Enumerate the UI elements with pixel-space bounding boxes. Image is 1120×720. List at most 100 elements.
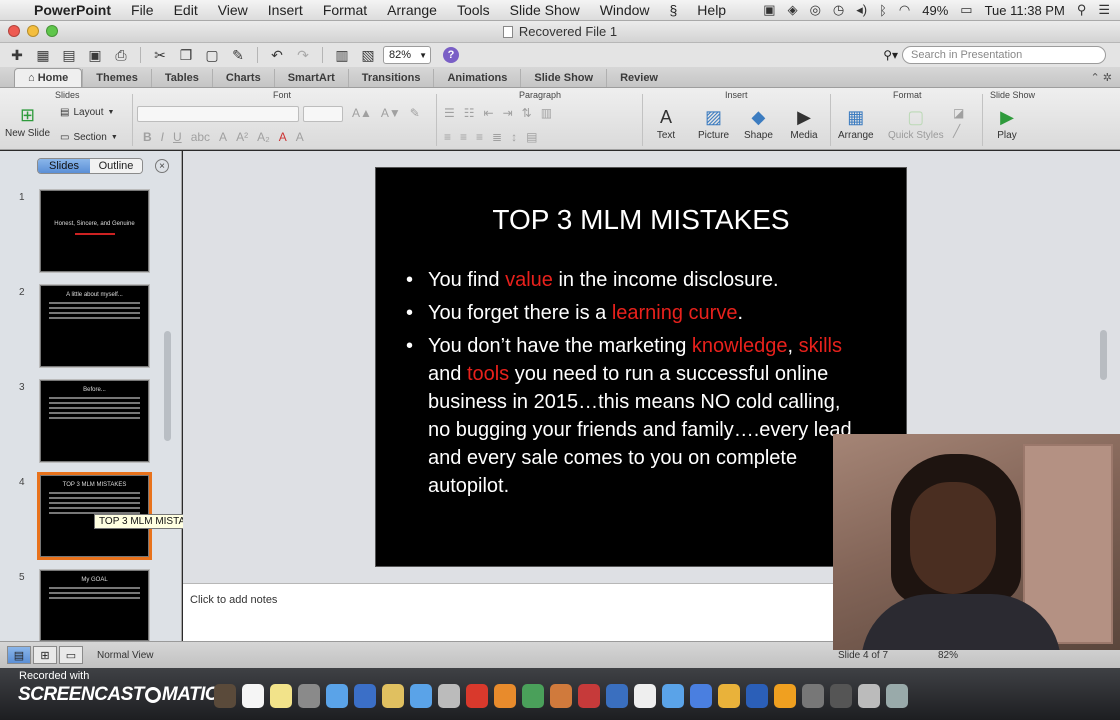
subscript-icon[interactable]: A₂ <box>257 130 270 144</box>
excel-icon[interactable] <box>522 684 544 708</box>
powerpoint-icon[interactable] <box>466 684 488 708</box>
columns-icon[interactable]: ▥ <box>541 106 552 120</box>
grow-font-icon[interactable]: A▲ <box>352 106 372 120</box>
text-direction-icon[interactable]: ⇅ <box>522 106 532 120</box>
copy-icon[interactable]: ❐ <box>175 45 197 65</box>
slide-thumbnail-5[interactable]: My GOAL <box>40 570 149 641</box>
tab-review[interactable]: Review <box>606 69 671 87</box>
wifi-icon[interactable]: ◠ <box>899 2 910 18</box>
menu-arrange[interactable]: Arrange <box>377 2 447 18</box>
shrink-font-icon[interactable]: A▼ <box>381 106 401 120</box>
slide-thumbnail-3[interactable]: Before... <box>40 380 149 462</box>
normal-view-icon[interactable]: ▤ <box>7 646 31 664</box>
pane-scrollbar[interactable] <box>164 331 171 441</box>
line-color-icon[interactable]: ╱ <box>953 124 964 138</box>
align-right-icon[interactable]: ≡ <box>476 130 483 144</box>
canvas-scrollbar[interactable] <box>1100 330 1107 380</box>
search-icon[interactable]: ⚲▾ <box>883 48 898 62</box>
media-button[interactable]: ▶ Media <box>790 104 818 142</box>
section-button[interactable]: ▭ Section ▼ <box>60 132 118 143</box>
toolbox-icon[interactable]: ▥ <box>331 45 353 65</box>
messages-icon[interactable] <box>326 684 348 708</box>
layout-button[interactable]: ▤ Layout ▼ <box>60 107 114 118</box>
shadow-icon[interactable]: abc <box>191 130 210 144</box>
picture-button[interactable]: ▨ Picture <box>698 104 729 142</box>
tab-animations[interactable]: Animations <box>433 69 520 87</box>
slide-title[interactable]: TOP 3 MLM MISTAKES <box>376 204 906 236</box>
decrease-indent-icon[interactable]: ⇤ <box>484 106 494 120</box>
battery-percent[interactable]: 49% <box>922 3 948 18</box>
tab-outline[interactable]: Outline <box>90 159 142 173</box>
keynote-icon[interactable] <box>354 684 376 708</box>
quick-styles-button[interactable]: ▢ Quick Styles <box>888 104 944 142</box>
clear-format-icon[interactable]: ✎ <box>410 106 420 120</box>
menu-view[interactable]: View <box>208 2 258 18</box>
numbering-icon[interactable]: ☷ <box>464 106 475 120</box>
app-store-icon[interactable] <box>410 684 432 708</box>
textedit-icon[interactable] <box>634 684 656 708</box>
notes-pane[interactable]: Click to add notes <box>183 583 833 641</box>
new-icon[interactable]: ✚ <box>6 45 28 65</box>
slide-bullets[interactable]: You find value in the income disclosure.… <box>402 266 852 505</box>
menu-format[interactable]: Format <box>313 2 377 18</box>
close-pane-icon[interactable]: × <box>155 159 169 173</box>
menu-window[interactable]: Window <box>590 2 660 18</box>
notes-icon[interactable] <box>270 684 292 708</box>
open-icon[interactable]: ▤ <box>58 45 80 65</box>
menu-help[interactable]: Help <box>687 2 736 18</box>
text-button[interactable]: A Text <box>652 104 680 142</box>
close-window-button[interactable] <box>8 25 20 37</box>
screenshot-icon[interactable] <box>802 684 824 708</box>
tab-themes[interactable]: Themes <box>82 69 151 87</box>
tab-transitions[interactable]: Transitions <box>347 69 434 87</box>
play-button[interactable]: ▶ Play <box>993 104 1021 142</box>
superscript-icon[interactable]: A² <box>236 130 248 144</box>
redo-icon[interactable]: ↷ <box>292 45 314 65</box>
calendar-icon[interactable] <box>242 684 264 708</box>
screencast-icon[interactable] <box>830 684 852 708</box>
sync-icon[interactable]: ◎ <box>810 2 821 18</box>
spotlight-icon[interactable]: ⚲ <box>1077 2 1087 18</box>
itunes-icon[interactable] <box>690 684 712 708</box>
shape-button[interactable]: ◆ Shape <box>744 104 773 142</box>
font-color-icon[interactable]: A <box>279 130 287 144</box>
slide-thumbnail-2[interactable]: A little about myself... <box>40 285 149 367</box>
increase-indent-icon[interactable]: ⇥ <box>503 106 513 120</box>
dock-app-icon[interactable] <box>214 684 236 708</box>
paste-icon[interactable]: ▢ <box>201 45 223 65</box>
cut-icon[interactable]: ✂ <box>149 45 171 65</box>
script-menu-icon[interactable]: § <box>660 2 688 18</box>
tab-slides[interactable]: Slides <box>38 159 90 173</box>
bullets-icon[interactable]: ☰ <box>444 106 455 120</box>
font-size-field[interactable] <box>303 106 343 122</box>
word-icon[interactable] <box>746 684 768 708</box>
image-capture-icon[interactable] <box>438 684 460 708</box>
collapse-ribbon-icon[interactable]: ⌃ ✲ <box>1083 68 1120 87</box>
menu-edit[interactable]: Edit <box>164 2 208 18</box>
preview-icon[interactable] <box>550 684 572 708</box>
trash-icon[interactable] <box>886 684 908 708</box>
menu-app-name[interactable]: PowerPoint <box>34 2 121 18</box>
slide-thumbnail-1[interactable]: Honest, Sincere, and Genuine <box>40 190 149 272</box>
print-icon[interactable]: ⎙ <box>110 45 132 65</box>
strikethrough-icon[interactable]: A <box>219 130 227 144</box>
outlook-icon[interactable] <box>494 684 516 708</box>
chrome-icon[interactable] <box>718 684 740 708</box>
zoom-select[interactable]: 82% ▼ <box>383 46 431 64</box>
gallery-icon[interactable]: ▧ <box>357 45 379 65</box>
align-left-icon[interactable]: ≡ <box>444 130 451 144</box>
align-center-icon[interactable]: ≡ <box>460 130 467 144</box>
tab-charts[interactable]: Charts <box>211 69 274 87</box>
layers-icon[interactable]: ◈ <box>788 2 798 18</box>
status-icon-1[interactable]: ▣ <box>763 2 775 18</box>
bluetooth-icon[interactable]: ᛒ <box>879 3 887 18</box>
format-painter-icon[interactable]: ✎ <box>227 45 249 65</box>
time-machine-icon[interactable]: ◷ <box>833 2 844 18</box>
arrange-button[interactable]: ▦ Arrange <box>838 104 874 142</box>
undo-icon[interactable]: ↶ <box>266 45 288 65</box>
safari-icon[interactable] <box>662 684 684 708</box>
search-input[interactable]: Search in Presentation <box>902 46 1106 64</box>
fill-color-icon[interactable]: ◪ <box>953 106 964 120</box>
justify-icon[interactable]: ≣ <box>492 130 502 144</box>
font-name-field[interactable] <box>137 106 299 122</box>
